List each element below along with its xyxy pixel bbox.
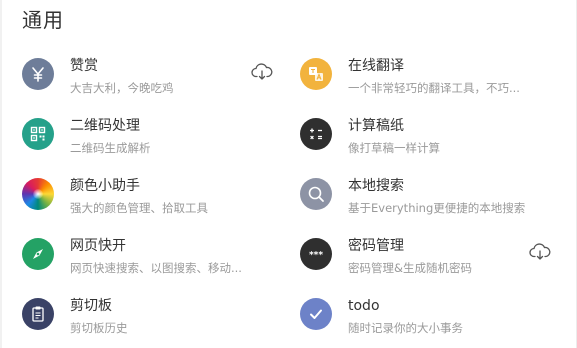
left-divider [0,0,2,348]
plugin-item-todo[interactable]: todo 随时记录你的大小事务 [300,298,570,348]
plugin-item-local-search[interactable]: 本地搜索 基于Everything更便捷的本地搜索 [300,178,570,238]
plugin-item-color[interactable]: 颜色小助手 强大的颜色管理、拾取工具 [22,178,292,238]
plugin-item-reward[interactable]: 赞赏 大吉大利，今晚吃鸡 [22,58,292,118]
plugin-desc: 二维码生成解析 [70,141,151,155]
plugin-name: 本地搜索 [348,178,404,194]
plugin-desc: 随时记录你的大小事务 [348,321,463,335]
plugin-desc: 一个非常轻巧的翻译工具，不巧... [348,81,520,95]
plugin-name: 颜色小助手 [70,178,140,194]
plugin-name: 网页快开 [70,238,126,254]
translate-icon [300,58,332,90]
plugin-desc: 基于Everything更便捷的本地搜索 [348,201,526,215]
plugin-desc: 密码管理&生成随机密码 [348,261,472,275]
plugin-name: 赞赏 [70,58,98,74]
plugin-desc: 强大的颜色管理、拾取工具 [70,201,208,215]
plugin-item-calculator[interactable]: 计算稿纸 像打草稿一样计算 [300,118,570,178]
plugin-name: 计算稿纸 [348,118,404,134]
section-title: 通用 [22,8,64,32]
plugin-item-translate[interactable]: 在线翻译 一个非常轻巧的翻译工具，不巧... [300,58,570,118]
cloud-download-icon[interactable] [251,63,273,81]
plugin-item-qrcode[interactable]: 二维码处理 二维码生成解析 [22,118,292,178]
plugin-desc: 网页快速搜索、以图搜索、移动... [70,261,242,275]
plugin-name: 在线翻译 [348,58,404,74]
plugin-desc: 像打草稿一样计算 [348,141,440,155]
plugin-item-password[interactable]: *** 密码管理 密码管理&生成随机密码 [300,238,570,298]
search-icon [300,178,332,210]
cloud-download-icon[interactable] [529,243,551,261]
calculator-icon [300,118,332,150]
plugin-market-page: 通用 赞赏 大吉大利，今晚吃鸡 在线翻译 一个非常轻巧的翻译工具，不巧... 二… [0,0,577,348]
qrcode-icon [22,118,54,150]
svg-text:***: *** [309,251,323,260]
plugin-item-web-open[interactable]: 网页快开 网页快速搜索、以图搜索、移动... [22,238,292,298]
plugin-name: 密码管理 [348,238,404,254]
yen-icon [22,58,54,90]
plugin-name: todo [348,298,380,314]
plugin-item-clipboard[interactable]: 剪切板 剪切板历史 [22,298,292,348]
plugin-desc: 剪切板历史 [70,321,128,335]
color-wheel-icon [22,178,54,210]
plugin-name: 二维码处理 [70,118,140,134]
clipboard-icon [22,298,54,330]
check-icon [300,298,332,330]
plugin-name: 剪切板 [70,298,112,314]
password-icon: *** [300,238,332,270]
plugin-desc: 大吉大利，今晚吃鸡 [70,81,174,95]
compass-icon [22,238,54,270]
